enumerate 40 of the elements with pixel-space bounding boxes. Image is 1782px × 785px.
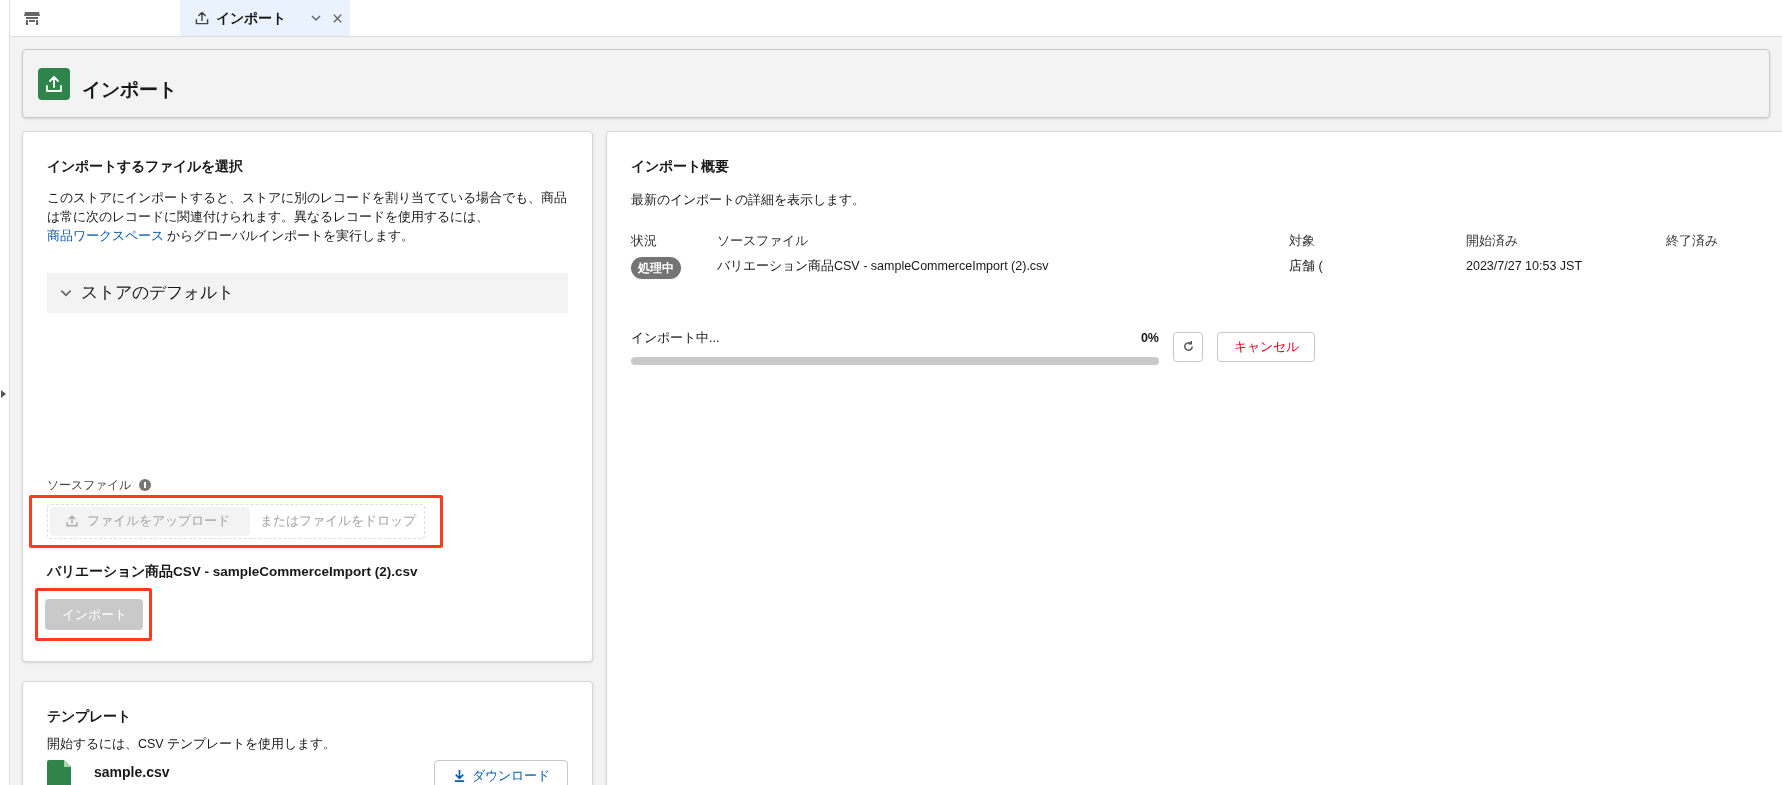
column-header: 状況	[631, 232, 658, 250]
upload-icon	[65, 514, 79, 529]
table-cell-text: バリエーション商品CSV - sampleCommerceImport (2).csv	[717, 258, 1050, 276]
store-icon	[24, 10, 40, 26]
field-label: ソースファイル	[47, 476, 131, 494]
cancel-button[interactable]: キャンセル	[1217, 331, 1315, 362]
file-name: バリエーション商品CSV - sampleCommerceImport (2).csv	[47, 562, 419, 581]
description: 最新のインポートの詳細を表示します。	[631, 192, 866, 209]
refresh-icon	[1181, 340, 1195, 354]
download-icon	[452, 769, 466, 783]
close-icon[interactable]	[332, 12, 343, 24]
drop-hint: またはファイルをドロップ	[260, 512, 416, 530]
card-title: インポート概要	[631, 157, 730, 176]
description: 開始するには、CSV テンプレートを使用します。	[47, 736, 338, 753]
status-badge: 処理中	[631, 256, 681, 279]
column-header: 終了済み	[1666, 232, 1719, 250]
expand-icon[interactable]	[1, 390, 6, 398]
page-tab[interactable]: インポート	[180, 0, 350, 36]
file-icon	[47, 759, 71, 785]
upload-icon	[44, 73, 64, 94]
table-cell-text: 店舗 (	[1289, 258, 1324, 276]
refresh-button[interactable]	[1173, 331, 1203, 362]
page-title: インポート	[82, 78, 177, 103]
workspace-link[interactable]: 商品ワークスペース	[47, 229, 164, 243]
upload-icon	[194, 10, 210, 26]
table-cell-text: 2023/7/27 10:53 JST	[1466, 258, 1584, 276]
card-title: テンプレート	[47, 707, 132, 726]
download-button[interactable]: ダウンロード	[434, 759, 568, 785]
accordion-header[interactable]: ストアのデフォルト	[47, 273, 568, 314]
info-icon[interactable]	[139, 478, 151, 491]
column-header: 対象	[1289, 232, 1316, 250]
progress-label: インポート中...	[631, 329, 720, 347]
column-header: ソースファイル	[717, 232, 809, 250]
tab-label: インポート	[216, 8, 286, 28]
description: このストアにインポートすると、ストアに別のレコードを割り当てている場合でも、商品は常に次のレコードに関連付けられます。異なるレコードを使用するには、 商品ワークスペース からグローバルインポートを実行します。	[47, 190, 568, 245]
chevron-down-icon[interactable]	[310, 12, 322, 24]
column-header: 開始済み	[1466, 232, 1519, 250]
file-name: sample.csv	[94, 762, 170, 782]
progress-reading: 0%	[1140, 329, 1159, 347]
card-title: インポートするファイルを選択	[47, 157, 244, 176]
